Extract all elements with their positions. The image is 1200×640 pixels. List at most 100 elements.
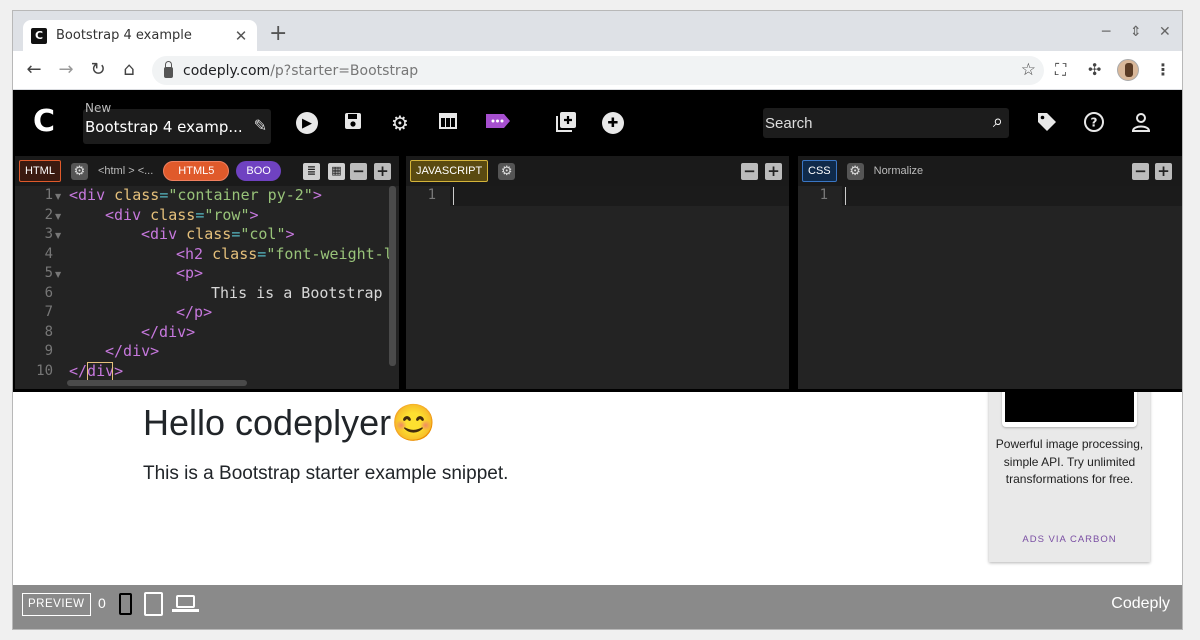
ads-via-carbon-link[interactable]: ADS VIA CARBON bbox=[989, 534, 1150, 545]
css-badge[interactable]: CSS bbox=[802, 160, 837, 182]
screen-capture-icon[interactable]: ⛶ bbox=[1055, 60, 1066, 80]
minimize-icon[interactable]: ─ bbox=[1102, 24, 1110, 40]
search-box[interactable]: ⌕ bbox=[763, 108, 1009, 138]
run-icon[interactable]: ▶ bbox=[296, 112, 318, 134]
css-text-cursor bbox=[845, 187, 846, 205]
new-label: New bbox=[85, 101, 112, 115]
phone-view-icon[interactable] bbox=[119, 593, 132, 615]
html5-pill[interactable]: HTML5 bbox=[163, 161, 230, 181]
bootstrap-pill[interactable]: BOO bbox=[236, 161, 281, 181]
add-circle-icon[interactable]: ✚ bbox=[602, 112, 624, 134]
css-collapse-button[interactable]: − bbox=[1132, 163, 1149, 180]
fold-arrow-icon[interactable]: ▼ bbox=[55, 207, 61, 227]
pencil-icon[interactable]: ✎ bbox=[254, 116, 267, 135]
layout-icon[interactable] bbox=[436, 111, 460, 135]
html-collapse-button[interactable]: − bbox=[350, 163, 367, 180]
ad-image[interactable] bbox=[1002, 392, 1137, 427]
codeply-favicon-icon: C bbox=[31, 27, 47, 44]
line-number: 10 bbox=[36, 362, 53, 379]
vertical-scrollbar[interactable] bbox=[389, 186, 396, 366]
line-number: 4 bbox=[44, 245, 53, 262]
url-host: codeply.com bbox=[183, 62, 271, 79]
bracket-match-highlight bbox=[87, 362, 113, 380]
svg-text:?: ? bbox=[1091, 116, 1098, 130]
tab-strip: C Bootstrap 4 example ✕ + ─ ⇕ ✕ bbox=[13, 11, 1182, 51]
home-icon[interactable]: ⌂ bbox=[118, 59, 140, 81]
fold-arrow-icon[interactable]: ▼ bbox=[55, 265, 61, 285]
line-number: 3 bbox=[44, 226, 53, 242]
html-settings-gear-icon[interactable]: ⚙ bbox=[70, 162, 88, 180]
menu-kebab-icon[interactable]: ⋮ bbox=[1155, 60, 1171, 79]
html-badge[interactable]: HTML bbox=[19, 160, 61, 182]
line-number: 5 bbox=[44, 265, 53, 281]
save-icon[interactable] bbox=[341, 111, 365, 135]
search-input[interactable] bbox=[763, 108, 973, 138]
back-icon[interactable]: ← bbox=[23, 59, 45, 81]
add-library-icon[interactable] bbox=[554, 111, 578, 135]
preview-heading: Hello codeplyer😊 bbox=[143, 402, 436, 443]
line-number: 6 bbox=[44, 284, 53, 301]
laptop-base bbox=[172, 609, 199, 612]
line-number: 7 bbox=[44, 304, 53, 320]
restore-icon[interactable]: ⇕ bbox=[1130, 24, 1142, 40]
codeply-brand: Codeply bbox=[1111, 595, 1170, 612]
project-name-box[interactable]: New Bootstrap 4 examp... ✎ bbox=[83, 101, 271, 144]
codeply-logo[interactable]: C bbox=[33, 107, 55, 137]
browser-toolbar: ← → ↻ ⌂ codeply.com /p?starter=Bootstrap… bbox=[13, 51, 1182, 90]
tags-icon[interactable] bbox=[1035, 111, 1059, 135]
preview-pane: Hello codeplyer😊 This is a Bootstrap sta… bbox=[13, 392, 1182, 585]
bookmark-star-icon[interactable]: ☆ bbox=[1021, 60, 1036, 80]
normalize-toggle[interactable]: Normalize bbox=[874, 165, 924, 177]
line-number: 2 bbox=[44, 206, 53, 223]
tab-close-icon[interactable]: ✕ bbox=[233, 27, 249, 45]
line-number: 8 bbox=[44, 323, 53, 340]
fold-arrow-icon[interactable]: ▼ bbox=[55, 226, 61, 246]
js-pane-toolbar: JAVASCRIPT ⚙ bbox=[406, 156, 789, 186]
ad-text[interactable]: Powerful image processing, simple API. T… bbox=[989, 436, 1150, 489]
css-code-area[interactable]: 1 bbox=[798, 186, 1182, 389]
tag-more-icon[interactable] bbox=[485, 111, 510, 135]
fold-arrow-icon[interactable]: ▼ bbox=[55, 187, 61, 207]
javascript-badge[interactable]: JAVASCRIPT bbox=[410, 160, 489, 182]
line-number: 1 bbox=[44, 187, 53, 203]
extensions-icon[interactable]: ✣ bbox=[1088, 60, 1101, 79]
account-icon[interactable] bbox=[1129, 111, 1153, 135]
lock-icon bbox=[164, 61, 173, 78]
html-expand-button[interactable]: + bbox=[374, 163, 391, 180]
carbon-ad[interactable]: Powerful image processing, simple API. T… bbox=[989, 392, 1150, 562]
window-close-icon[interactable]: ✕ bbox=[1159, 24, 1171, 40]
js-collapse-button[interactable]: − bbox=[741, 163, 758, 180]
browser-window: C Bootstrap 4 example ✕ + ─ ⇕ ✕ ← → ↻ ⌂ … bbox=[12, 10, 1183, 630]
css-expand-button[interactable]: + bbox=[1155, 163, 1172, 180]
js-gutter bbox=[406, 186, 450, 389]
profile-avatar[interactable] bbox=[1117, 59, 1139, 81]
grid-icon[interactable]: ▦ bbox=[328, 163, 345, 180]
tablet-view-icon[interactable] bbox=[144, 592, 163, 616]
html-code-area[interactable]: 1 2 3 4 5 6 7 8 9 10 ▼ ▼ ▼ ▼ <div class=… bbox=[15, 186, 399, 389]
settings-gear-icon[interactable]: ⚙ bbox=[388, 111, 412, 135]
new-tab-icon[interactable]: + bbox=[269, 23, 287, 45]
laptop-view-icon[interactable] bbox=[176, 595, 195, 608]
code-line: </div> bbox=[105, 342, 160, 360]
css-settings-gear-icon[interactable]: ⚙ bbox=[846, 162, 864, 180]
html-breadcrumb: <html > <... bbox=[97, 165, 154, 177]
js-expand-button[interactable]: + bbox=[765, 163, 782, 180]
js-active-line bbox=[450, 186, 789, 206]
format-icon[interactable]: ≣ bbox=[303, 163, 320, 180]
address-bar[interactable]: codeply.com /p?starter=Bootstrap ☆ bbox=[152, 56, 1044, 85]
line-number: 9 bbox=[44, 343, 53, 359]
code-line: </div> bbox=[141, 322, 196, 341]
horizontal-scrollbar[interactable] bbox=[67, 380, 247, 386]
forward-icon[interactable]: → bbox=[55, 59, 77, 81]
code-line: <div class="col"> bbox=[141, 225, 295, 243]
reload-icon[interactable]: ↻ bbox=[87, 59, 109, 81]
help-icon[interactable]: ? bbox=[1082, 111, 1106, 135]
search-icon[interactable]: ⌕ bbox=[993, 111, 1003, 132]
preview-lead-text: This is a Bootstrap starter example snip… bbox=[143, 463, 509, 484]
js-code-area[interactable]: 1 bbox=[406, 186, 789, 389]
js-settings-gear-icon[interactable]: ⚙ bbox=[498, 162, 516, 180]
html-editor-pane: HTML ⚙ <html > <... HTML5 BOO ≣ ▦ − + 1 … bbox=[15, 156, 399, 389]
browser-tab[interactable]: C Bootstrap 4 example ✕ bbox=[23, 20, 257, 51]
line-number: 1 bbox=[427, 187, 436, 203]
preview-button[interactable]: PREVIEW bbox=[22, 593, 91, 616]
